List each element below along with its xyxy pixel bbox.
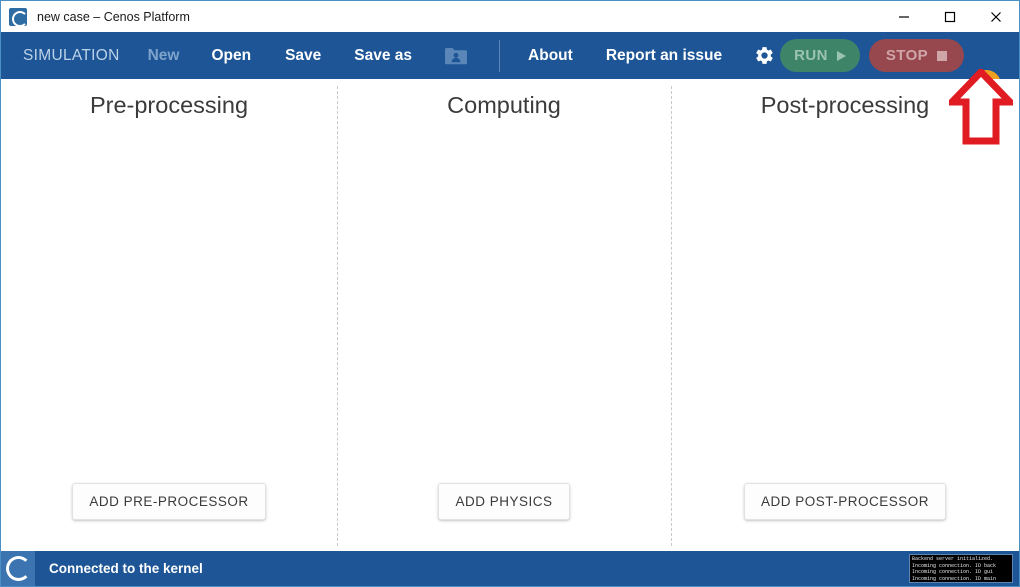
toolbar-divider — [499, 39, 501, 72]
column-title: Post-processing — [760, 92, 930, 118]
menu-save-as[interactable]: Save as — [354, 32, 412, 79]
column-pre-processing: Pre-processing ADD PRE-PROCESSOR — [1, 79, 337, 553]
cenos-logo-icon — [1, 551, 35, 586]
user-folder-icon[interactable] — [444, 46, 468, 66]
status-message: Connected to the kernel — [49, 561, 203, 576]
column-title: Pre-processing — [89, 92, 249, 118]
menu-simulation[interactable]: SIMULATION — [23, 32, 120, 79]
cenos-logo-icon — [9, 7, 28, 27]
column-computing: Computing ADD PHYSICS — [337, 79, 671, 553]
gear-icon[interactable] — [754, 45, 775, 66]
stop-square-icon — [937, 50, 948, 61]
menu-report-an-issue[interactable]: Report an issue — [606, 32, 722, 79]
menu-new[interactable]: New — [148, 32, 180, 79]
stop-label: STOP — [885, 47, 929, 64]
title-bar: new case – Cenos Platform — [1, 1, 1019, 32]
main-toolbar: SIMULATION New Open Save Save as About R… — [1, 32, 1019, 99]
run-label: RUN — [794, 47, 828, 64]
column-title: Computing — [447, 92, 561, 118]
add-pre-processor-button[interactable]: ADD PRE-PROCESSOR — [72, 483, 266, 520]
status-bar: Connected to the kernel Backend server i… — [1, 551, 1019, 586]
stop-button[interactable]: STOP — [869, 39, 964, 72]
workflow-columns: Pre-processing ADD PRE-PROCESSOR Computi… — [1, 79, 1019, 553]
menu-open[interactable]: Open — [211, 32, 251, 79]
console-line: Incoming connection. ID gui — [912, 569, 994, 576]
application-window: new case – Cenos Platform SIMULATION New… — [0, 0, 1020, 587]
console-log[interactable]: Backend server initialized. Incoming con… — [909, 554, 1013, 583]
menu-about[interactable]: About — [528, 32, 573, 79]
run-stop-group: RUN STOP — [780, 32, 964, 79]
workflow-canvas: Pre-processing ADD PRE-PROCESSOR Computi… — [1, 79, 1019, 553]
window-controls — [881, 1, 1019, 32]
console-line: Incoming connection. ID back — [912, 562, 997, 569]
console-line: Incoming connection. ID main — [912, 575, 997, 582]
close-icon[interactable] — [973, 1, 1019, 32]
maximize-icon[interactable] — [927, 1, 973, 32]
menu-save[interactable]: Save — [285, 32, 321, 79]
minimize-icon[interactable] — [881, 1, 927, 32]
play-triangle-icon — [836, 50, 846, 61]
console-line: Backend server initialized. — [912, 556, 994, 562]
window-title: new case – Cenos Platform — [37, 9, 190, 24]
add-post-processor-button[interactable]: ADD POST-PROCESSOR — [743, 483, 947, 520]
column-post-processing: Post-processing ADD POST-PROCESSOR — [671, 79, 1019, 553]
add-physics-button[interactable]: ADD PHYSICS — [438, 483, 570, 520]
run-button[interactable]: RUN — [780, 39, 860, 72]
